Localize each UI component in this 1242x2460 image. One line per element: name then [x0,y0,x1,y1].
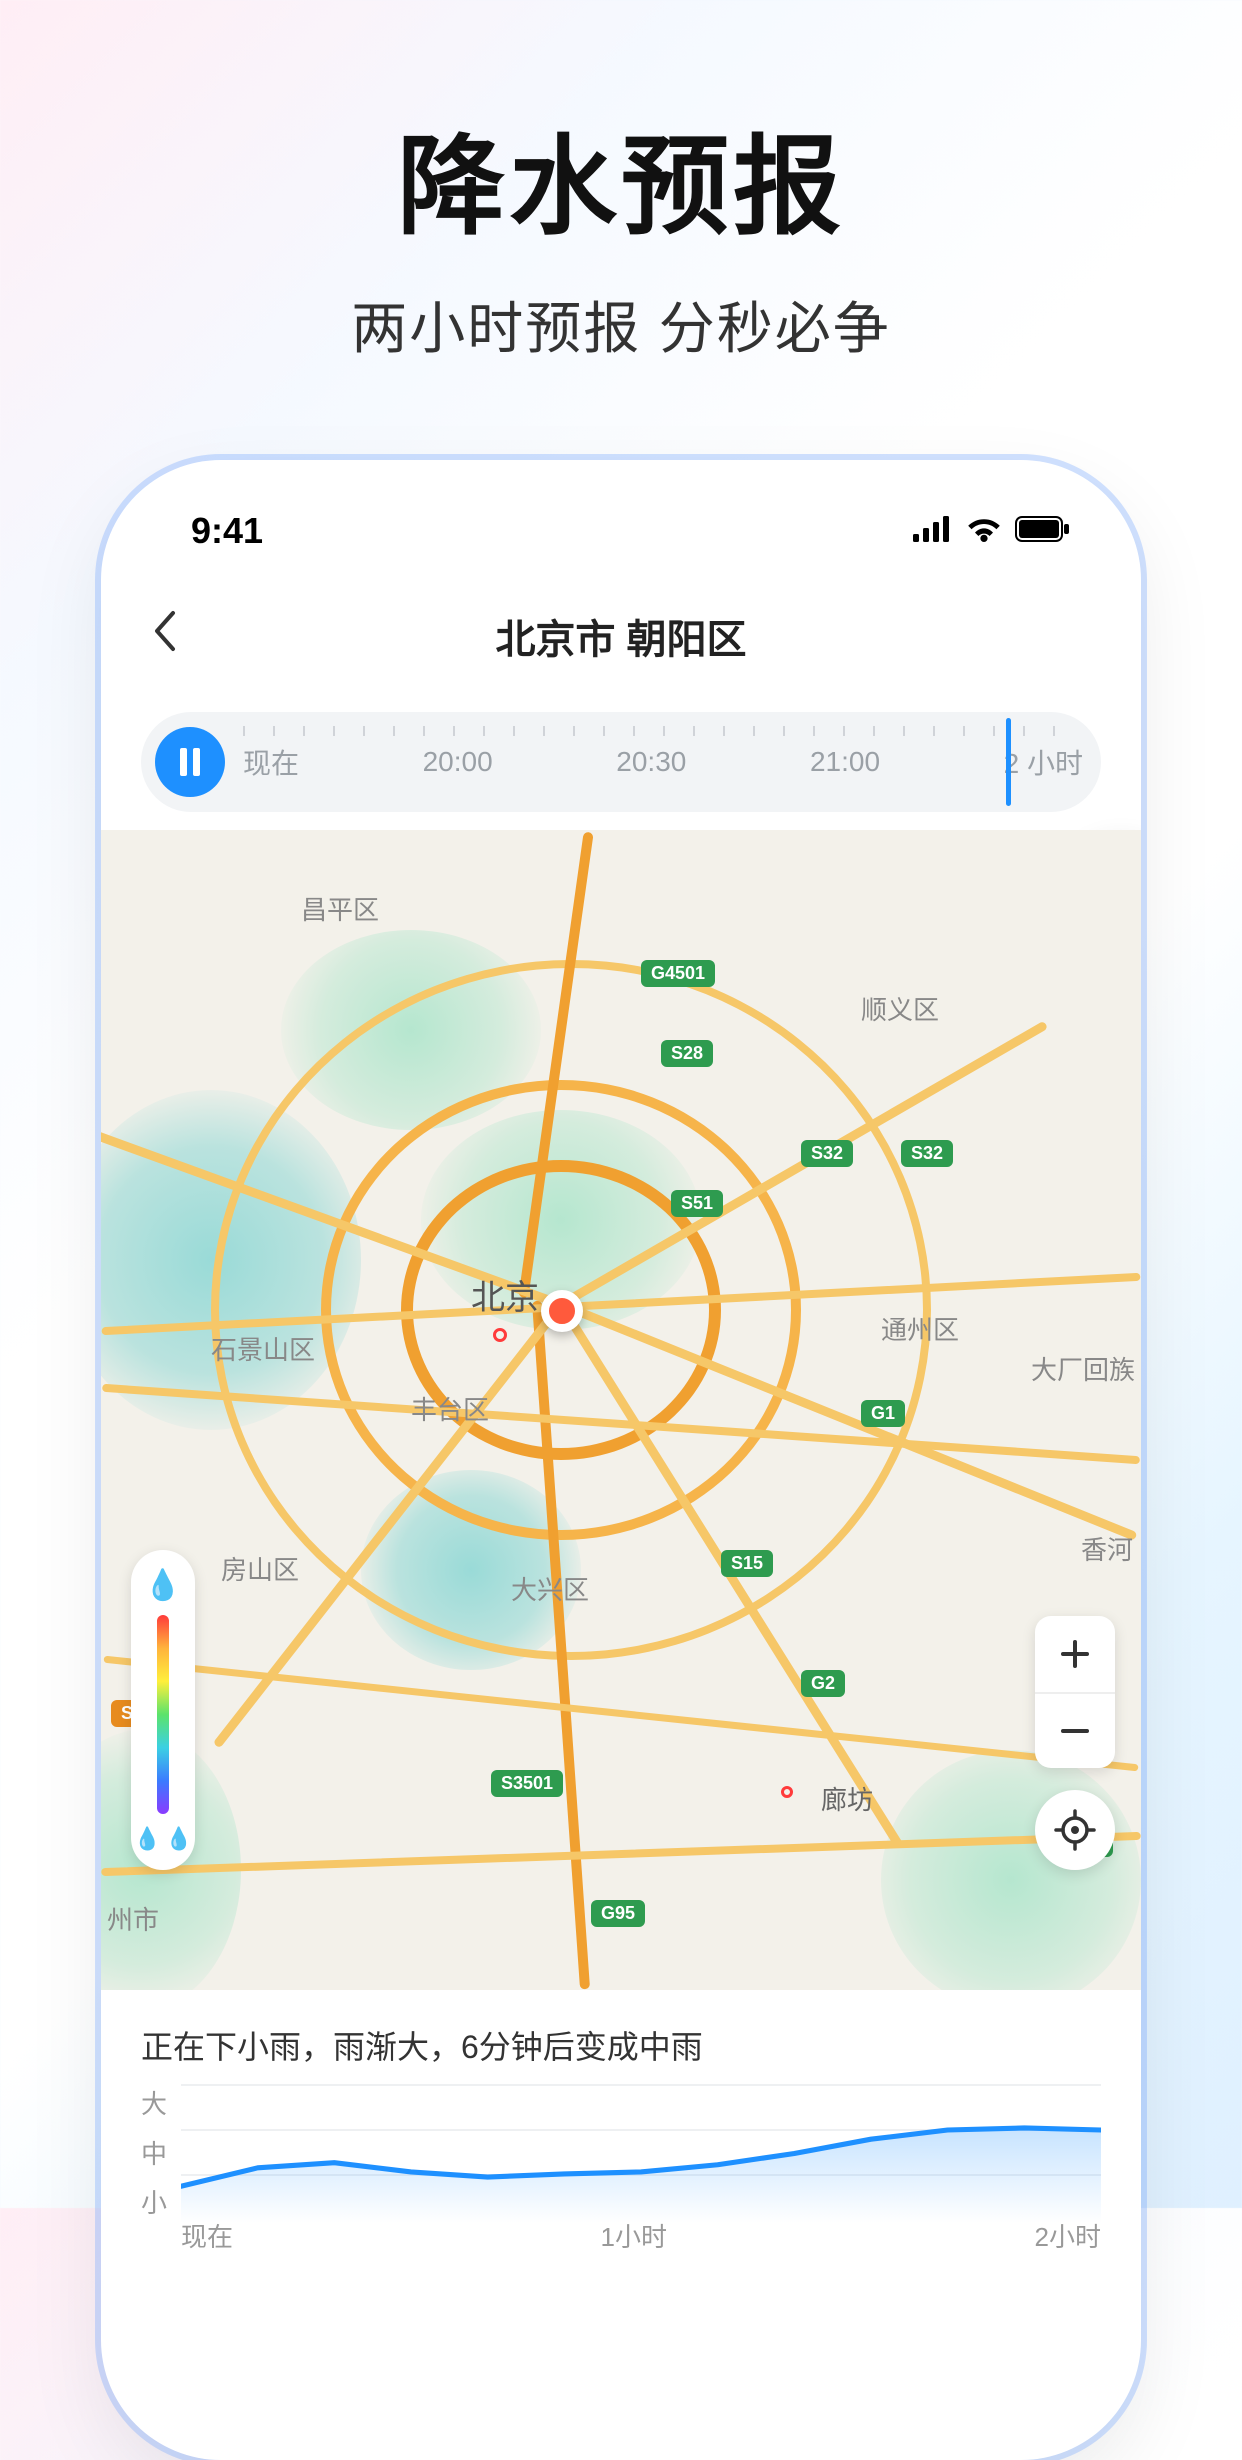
road-badge: S32 [801,1140,853,1167]
timeline-tick: 2 小时 [1004,742,1083,782]
timeline-tick: 20:30 [616,746,686,778]
map-district-label: 丰台区 [411,1390,489,1427]
map-district-label: 州市 [107,1900,159,1937]
map-poi-dot [493,1328,507,1342]
map-city-label: 北京 [471,1270,539,1319]
map-district-label: 通州区 [881,1310,959,1347]
chart-x-axis: 现在 1小时 2小时 [181,2217,1101,2254]
timeline-cursor[interactable] [1006,718,1011,806]
back-button[interactable] [151,606,177,666]
map-district-label: 房山区 [221,1550,299,1587]
promo-header: 降水预报 两小时预报 分秒必争 [0,0,1242,365]
timeline-tick: 20:00 [423,746,493,778]
map-district-label: 大厂回族 [1031,1350,1135,1387]
forecast-text: 正在下小雨，雨渐大，6分钟后变成中雨 [141,2022,1101,2068]
precipitation-chart: 大 中 小 现在 1小时 2小时 [141,2084,1101,2254]
crosshair-icon [1053,1808,1097,1852]
map-city-label: 廊坊 [821,1780,873,1817]
precipitation-map[interactable]: G4501 S28 S32 S32 S51 G1 S15 G2 S3501 S4… [101,830,1141,1990]
timeline-tick: 21:00 [810,746,880,778]
forecast-panel: 正在下小雨，雨渐大，6分钟后变成中雨 大 中 小 [101,1990,1141,2254]
map-district-label: 顺义区 [861,990,939,1027]
road-badge: G1 [861,1400,905,1427]
road-badge: G2 [801,1670,845,1697]
map-controls [1035,1616,1115,1870]
nav-title: 北京市 朝阳区 [495,607,746,665]
map-district-label: 香河 [1081,1530,1133,1567]
raindrop-icon: 💧 [144,1568,181,1603]
precipitation-legend: 💧 💧💧 [131,1550,195,1870]
raindrop-icon: 💧💧 [134,1826,193,1852]
road-badge: G95 [591,1900,645,1927]
zoom-control [1035,1616,1115,1768]
road-badge: S15 [721,1550,773,1577]
status-bar: 9:41 [101,460,1141,572]
road-badge: G4501 [641,960,715,987]
map-district-label: 石景山区 [211,1330,315,1367]
y-tick: 中 [141,2134,181,2171]
x-tick: 1小时 [601,2217,667,2254]
location-pin [541,1290,583,1332]
battery-icon [1015,516,1071,547]
status-time: 9:41 [191,510,263,552]
zoom-out-button[interactable] [1035,1692,1115,1768]
promo-title: 降水预报 [0,100,1242,256]
road-badge: S32 [901,1140,953,1167]
road-badge: S51 [671,1190,723,1217]
status-icons [913,516,1071,547]
pause-button[interactable] [155,727,225,797]
phone-frame: 9:41 北京市 朝阳区 现在 20:00 20:30 21:00 [101,460,1141,2460]
timeline-tick: 现在 [243,742,299,782]
timeline-bar[interactable]: 现在 20:00 20:30 21:00 2 小时 [141,712,1101,812]
pause-icon [178,748,202,776]
legend-gradient [157,1615,169,1814]
chart-y-axis: 大 中 小 [141,2084,181,2220]
zoom-in-button[interactable] [1035,1616,1115,1692]
timeline-ticks: 现在 20:00 20:30 21:00 2 小时 [243,712,1083,812]
map-poi-dot [781,1786,793,1798]
x-tick: 现在 [181,2217,233,2254]
minus-icon [1057,1713,1093,1749]
plus-icon [1057,1636,1093,1672]
chart-line [181,2084,1101,2223]
map-district-label: 昌平区 [301,890,379,927]
nav-bar: 北京市 朝阳区 [101,572,1141,694]
locate-button[interactable] [1035,1790,1115,1870]
wifi-icon [965,516,1003,547]
map-district-label: 大兴区 [511,1570,589,1607]
cellular-icon [913,516,953,547]
map-canvas: G4501 S28 S32 S32 S51 G1 S15 G2 S3501 S4… [101,830,1141,1990]
y-tick: 大 [141,2084,181,2121]
promo-subtitle: 两小时预报 分秒必争 [0,284,1242,365]
x-tick: 2小时 [1035,2217,1101,2254]
y-tick: 小 [141,2183,181,2220]
road-badge: S3501 [491,1770,563,1797]
road-badge: S28 [661,1040,713,1067]
